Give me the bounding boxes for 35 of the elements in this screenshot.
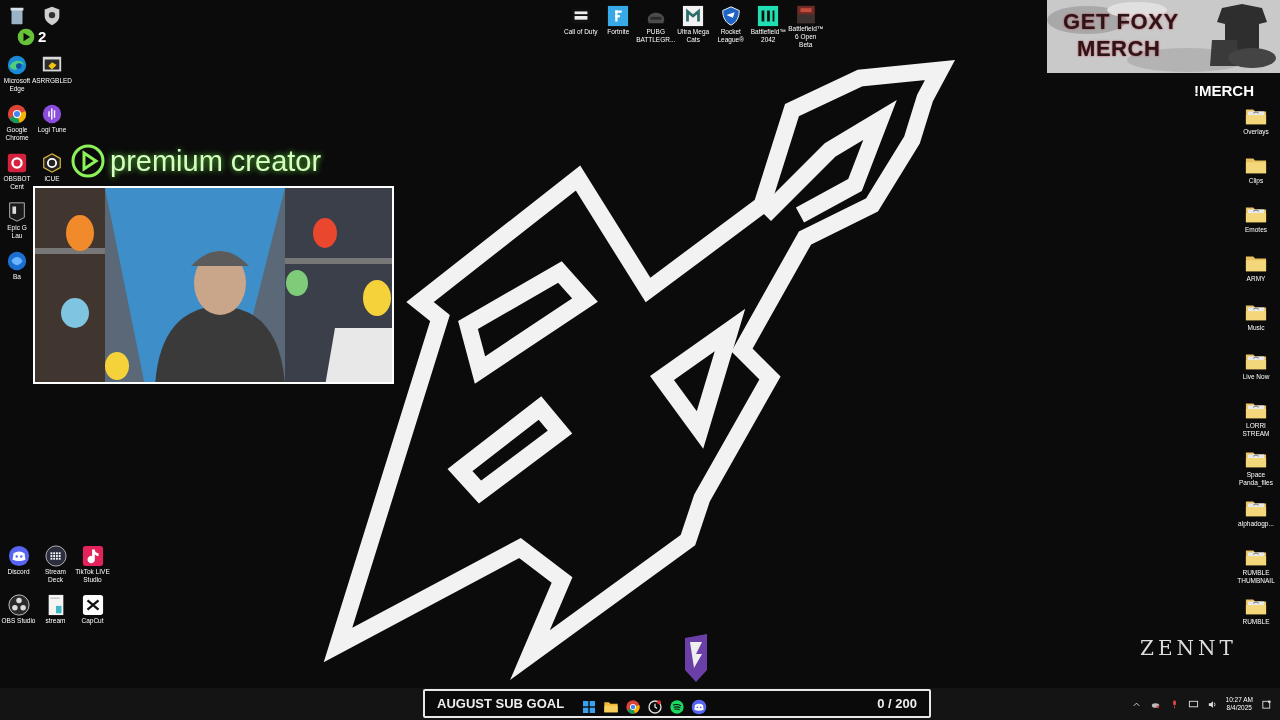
game-tile-icon[interactable] bbox=[757, 5, 780, 27]
circle-logo-icon[interactable] bbox=[6, 103, 28, 125]
network-icon[interactable] bbox=[1187, 698, 1199, 710]
goal-count: 0 / 200 bbox=[877, 694, 917, 713]
sound-waves-icon[interactable] bbox=[669, 698, 685, 715]
windows-icon[interactable] bbox=[581, 698, 597, 715]
merch-command: !MERCH bbox=[1194, 81, 1254, 101]
camera-icon[interactable] bbox=[6, 152, 28, 174]
game-tile-icon[interactable] bbox=[682, 5, 705, 27]
circle-logo-icon[interactable] bbox=[625, 698, 641, 715]
badge-icon[interactable] bbox=[6, 201, 28, 223]
goal-title: AUGUST SUB GOAL bbox=[437, 694, 566, 713]
game-cover-icon[interactable] bbox=[794, 5, 817, 24]
hexagon-icon[interactable] bbox=[41, 152, 63, 174]
shield-icon[interactable] bbox=[719, 5, 742, 27]
shield-logo-icon bbox=[682, 632, 710, 684]
aperture-icon[interactable] bbox=[7, 594, 30, 616]
scissors-icon[interactable] bbox=[81, 594, 104, 616]
banner-title: GET FOXY bbox=[1063, 8, 1179, 35]
clock-icon[interactable] bbox=[647, 698, 663, 715]
notification-icon[interactable] bbox=[1261, 698, 1272, 710]
banner-title: MERCH bbox=[1077, 35, 1161, 62]
circle-icon[interactable] bbox=[6, 250, 28, 272]
sound-wave-icon[interactable] bbox=[41, 103, 63, 125]
count-label: 2 bbox=[38, 27, 47, 47]
game-controller-icon[interactable] bbox=[691, 698, 707, 715]
brand-logo-text: ZENNT bbox=[1140, 635, 1237, 662]
creator-label: premium creator bbox=[110, 144, 322, 178]
game-tile-icon[interactable] bbox=[607, 5, 630, 27]
play-icon bbox=[16, 27, 36, 48]
swirl-icon[interactable] bbox=[6, 54, 28, 76]
music-note-icon[interactable] bbox=[81, 545, 104, 567]
play-icon bbox=[70, 143, 106, 179]
game-controller-icon[interactable] bbox=[7, 545, 30, 567]
keypad-icon[interactable] bbox=[44, 545, 67, 567]
